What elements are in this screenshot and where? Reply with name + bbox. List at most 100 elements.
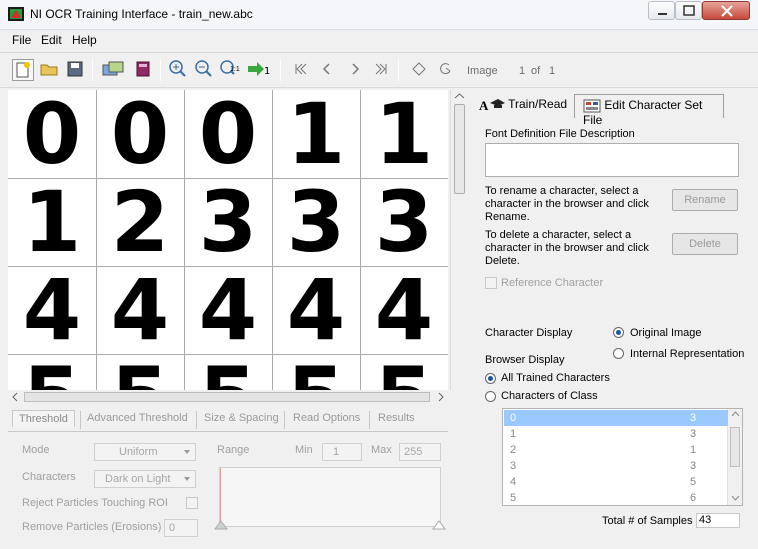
min-label: Min <box>295 444 313 456</box>
character-thumbnail[interactable]: 5 <box>360 354 448 390</box>
maximize-button[interactable] <box>675 1 702 20</box>
zoom-actual-button[interactable]: 1:1 <box>218 59 240 81</box>
tab-threshold[interactable]: Threshold <box>12 410 75 427</box>
mode-value: Uniform <box>119 446 158 458</box>
class-name: 5 <box>510 492 517 504</box>
threshold-histogram <box>214 467 446 530</box>
min-slider-handle-icon[interactable] <box>214 520 228 530</box>
class-list-row[interactable]: 21 <box>504 442 728 458</box>
character-browser[interactable]: 00011123334444455555 <box>8 90 448 390</box>
class-list-scrollbar[interactable] <box>727 409 742 505</box>
character-thumbnail[interactable]: 4 <box>272 266 360 354</box>
zoom-out-button[interactable] <box>192 59 214 81</box>
character-thumbnail[interactable]: 0 <box>184 90 272 178</box>
characters-of-class-radio[interactable] <box>485 391 496 402</box>
browser-horizontal-scrollbar[interactable] <box>8 390 448 404</box>
save-button[interactable] <box>64 59 86 81</box>
character-thumbnail[interactable]: 1 <box>8 178 96 266</box>
character-thumbnail[interactable]: 5 <box>184 354 272 390</box>
class-name: 4 <box>510 476 517 488</box>
character-thumbnail[interactable]: 1 <box>272 90 360 178</box>
new-file-button[interactable] <box>12 59 34 81</box>
internal-representation-radio[interactable] <box>613 348 624 359</box>
menu-help[interactable]: Help <box>72 33 97 47</box>
toolbar-separator <box>160 59 161 81</box>
total-samples-value: 43 <box>696 513 740 528</box>
selection-tool-button[interactable] <box>408 59 430 81</box>
tab-size-spacing[interactable]: Size & Spacing <box>204 412 279 424</box>
rotate-tool-button[interactable] <box>434 59 456 81</box>
class-list-scroll-thumb[interactable] <box>730 427 740 467</box>
zoom-in-button[interactable] <box>166 59 188 81</box>
all-trained-characters-radio[interactable] <box>485 373 496 384</box>
next-image-button[interactable] <box>344 59 366 81</box>
delete-button[interactable]: Delete <box>672 233 738 255</box>
class-list-row[interactable]: 03 <box>504 410 728 426</box>
reject-particles-checkbox[interactable] <box>186 497 198 509</box>
minimize-button[interactable] <box>648 1 675 20</box>
class-list-row[interactable]: 13 <box>504 426 728 442</box>
class-list-row[interactable]: 56 <box>504 490 728 506</box>
new-file-icon <box>16 62 30 78</box>
class-list-row[interactable]: 45 <box>504 474 728 490</box>
character-thumbnail[interactable]: 3 <box>184 178 272 266</box>
first-image-button[interactable] <box>290 59 312 81</box>
character-thumbnail[interactable]: 4 <box>184 266 272 354</box>
menu-edit[interactable]: Edit <box>41 33 62 47</box>
max-slider-handle-icon[interactable] <box>432 520 446 530</box>
tab-separator <box>80 411 81 429</box>
chevron-down-icon <box>184 477 190 481</box>
class-listbox[interactable]: 031321334556 <box>502 408 743 506</box>
character-thumbnail[interactable]: 1 <box>360 90 448 178</box>
menu-file[interactable]: File <box>12 33 31 47</box>
range-label: Range <box>217 444 250 456</box>
grid-divider <box>8 178 448 179</box>
tab-results[interactable]: Results <box>378 412 415 424</box>
go-to-button[interactable]: 1 <box>246 59 272 81</box>
rename-button[interactable]: Rename <box>672 189 738 211</box>
max-input[interactable]: 255 <box>399 443 441 461</box>
browser-scroll-thumb[interactable] <box>454 104 465 194</box>
class-list-row[interactable]: 33 <box>504 458 728 474</box>
character-thumbnail[interactable]: 5 <box>272 354 360 390</box>
arrow-right-icon: 1 <box>248 62 270 77</box>
character-thumbnail[interactable]: 0 <box>96 90 184 178</box>
class-name: 1 <box>510 428 517 440</box>
character-thumbnail[interactable]: 4 <box>360 266 448 354</box>
character-thumbnail[interactable]: 4 <box>8 266 96 354</box>
image-label: Image <box>467 65 498 77</box>
min-input[interactable]: 1 <box>322 443 362 461</box>
mode-select[interactable]: Uniform <box>94 443 196 461</box>
character-thumbnail[interactable]: 0 <box>8 90 96 178</box>
tab-edit-character-set[interactable]: Edit Character Set File <box>574 94 724 127</box>
original-image-radio[interactable] <box>613 327 624 338</box>
tab-advanced-threshold[interactable]: Advanced Threshold <box>87 412 188 424</box>
character-thumbnail[interactable]: 3 <box>272 178 360 266</box>
characters-of-class-label: Characters of Class <box>501 390 598 402</box>
reference-character-checkbox[interactable] <box>485 277 497 289</box>
maximize-icon <box>683 5 695 16</box>
character-thumbnail[interactable]: 2 <box>96 178 184 266</box>
characters-select[interactable]: Dark on Light <box>94 470 196 488</box>
charset-book-button[interactable] <box>132 59 154 81</box>
character-thumbnail[interactable]: 3 <box>360 178 448 266</box>
tab-train-read[interactable]: A Train/Read <box>471 94 575 118</box>
close-button[interactable] <box>702 1 750 20</box>
scroll-down-icon <box>731 495 740 501</box>
previous-image-button[interactable] <box>316 59 338 81</box>
font-description-field[interactable] <box>485 143 739 177</box>
browser-hscroll-thumb[interactable] <box>24 392 430 402</box>
open-button[interactable] <box>38 59 60 81</box>
next-icon <box>352 63 360 75</box>
character-thumbnail[interactable]: 5 <box>8 354 96 390</box>
tab-read-options[interactable]: Read Options <box>293 412 360 424</box>
load-images-button[interactable] <box>100 59 126 81</box>
remove-particles-label: Remove Particles (Erosions) <box>22 521 162 533</box>
last-image-button[interactable] <box>370 59 392 81</box>
zoom-out-icon <box>195 60 212 77</box>
browser-vertical-scrollbar[interactable] <box>450 90 467 390</box>
book-icon <box>136 61 150 77</box>
character-thumbnail[interactable]: 4 <box>96 266 184 354</box>
character-thumbnail[interactable]: 5 <box>96 354 184 390</box>
remove-particles-input[interactable]: 0 <box>164 519 198 537</box>
